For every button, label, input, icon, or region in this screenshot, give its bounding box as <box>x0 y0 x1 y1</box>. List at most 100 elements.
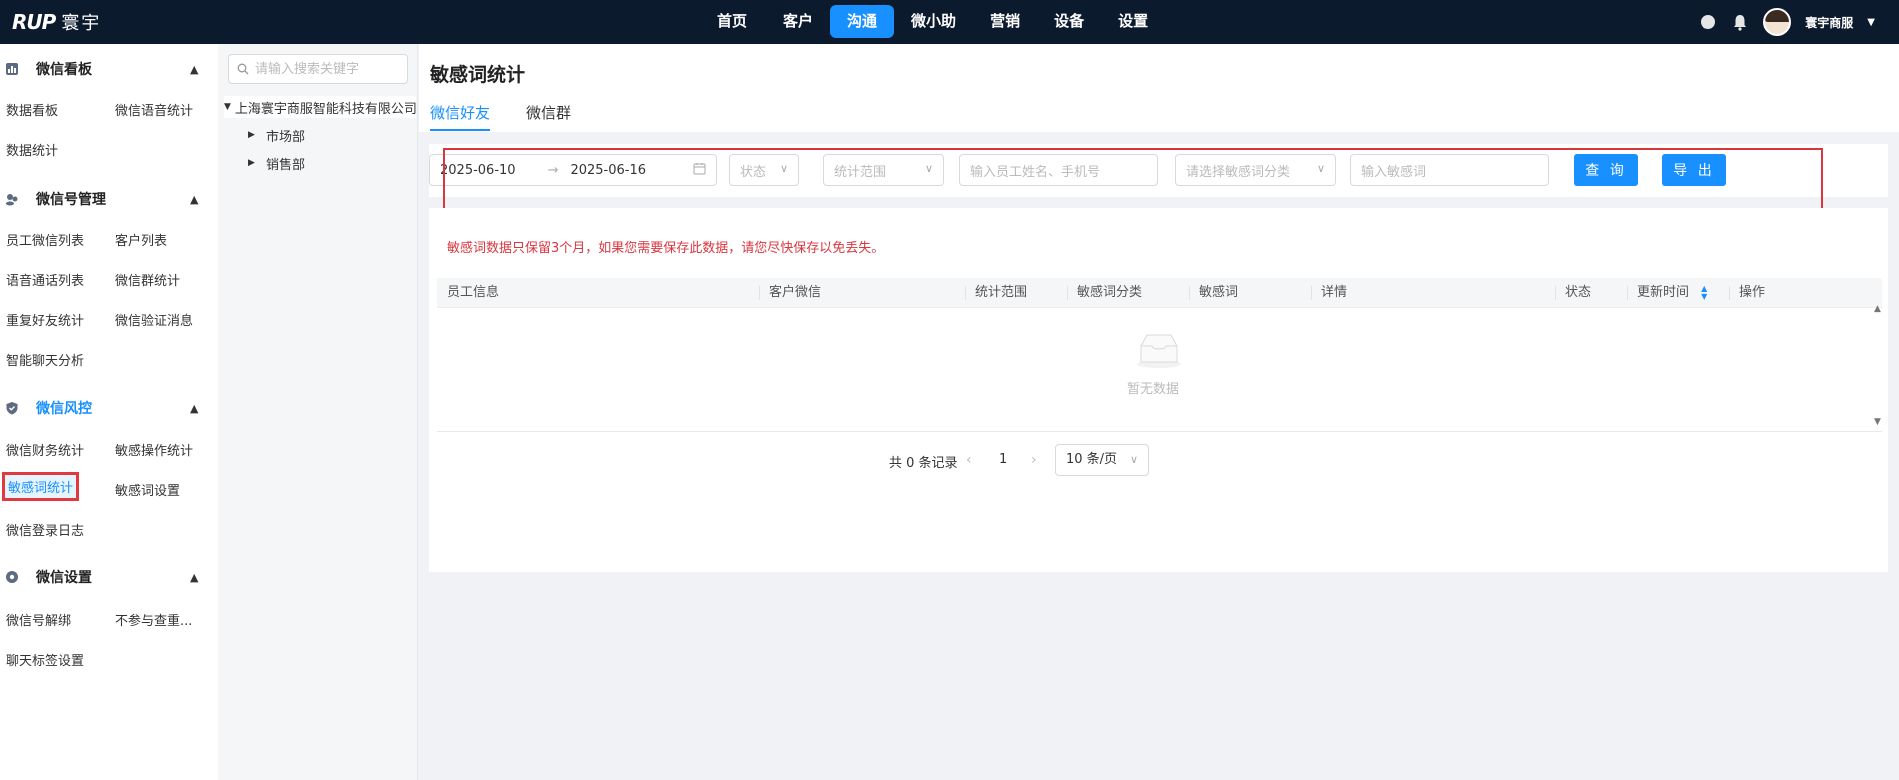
date-end[interactable]: 2025-06-16 <box>570 163 646 178</box>
brand-logo[interactable]: RUP 寰宇 <box>12 8 101 36</box>
employee-placeholder: 输入员工姓名、手机号 <box>970 164 1101 180</box>
main-content: 敏感词统计 微信好友 微信群 2025-06-10 → 2025-06-16 状… <box>419 44 1899 780</box>
tree-node-root[interactable]: ▼ 上海寰宇商服智能科技有限公司 <box>224 96 416 118</box>
menu-exclude-dedup[interactable]: 不参与查重... <box>115 610 192 629</box>
status-select[interactable]: 状态 ∨ <box>729 154 799 186</box>
section-wechat-account-mgmt[interactable]: 微信号管理 ▲ <box>0 187 218 211</box>
chevron-up-icon[interactable]: ▲ <box>190 63 198 76</box>
tree-node-sales[interactable]: ▶ 销售部 <box>248 152 305 174</box>
chevron-up-icon[interactable]: ▲ <box>190 571 198 584</box>
menu-group-stats[interactable]: 微信群统计 <box>115 270 180 289</box>
nav-assistant[interactable]: 微小助 <box>894 5 973 38</box>
users-icon <box>5 192 19 206</box>
nav-communication[interactable]: 沟通 <box>830 5 895 38</box>
col-details: 详情 <box>1321 285 1348 300</box>
menu-duplicate-friends[interactable]: 重复好友统计 <box>6 310 84 329</box>
section-title: 微信设置 <box>36 570 92 586</box>
filter-bar: 2025-06-10 → 2025-06-16 状态 ∨ 统计范围 ∨ 输入员工… <box>429 144 1888 197</box>
category-select[interactable]: 请选择敏感词分类 ∨ <box>1175 154 1336 186</box>
chevron-down-icon: ∨ <box>924 162 933 175</box>
nav-settings[interactable]: 设置 <box>1101 5 1165 38</box>
table-header: 员工信息 客户微信 统计范围 敏感词分类 敏感词 详情 状态 更新时间 ▲ ▼ 操… <box>437 278 1882 308</box>
menu-customer-list[interactable]: 客户列表 <box>115 230 167 249</box>
chevron-up-icon[interactable]: ▲ <box>190 193 198 206</box>
tree-node-marketing[interactable]: ▶ 市场部 <box>248 124 305 146</box>
menu-voice-stats[interactable]: 微信语音统计 <box>115 100 193 119</box>
query-button[interactable]: 查 询 <box>1574 154 1638 186</box>
chevron-down-icon: ∨ <box>1129 453 1138 466</box>
tree-search-input[interactable] <box>255 55 405 83</box>
col-status: 状态 <box>1565 285 1592 300</box>
date-start[interactable]: 2025-06-10 <box>440 163 516 178</box>
chevron-down-icon: ∨ <box>1316 162 1325 175</box>
caret-right-icon[interactable]: ▶ <box>248 130 260 140</box>
export-button[interactable]: 导 出 <box>1662 154 1726 186</box>
menu-smart-chat-analysis[interactable]: 智能聊天分析 <box>6 350 84 369</box>
top-navbar: RUP 寰宇 首页 客户 沟通 微小助 营销 设备 设置 寰宇商服 ▼ <box>0 0 1899 44</box>
section-title: 微信号管理 <box>36 192 106 208</box>
nav-home[interactable]: 首页 <box>700 5 764 38</box>
section-wechat-dashboard[interactable]: 微信看板 ▲ <box>0 57 218 81</box>
sidebar: 微信看板 ▲ 数据看板 微信语音统计 数据统计 微信号管理 ▲ 员工微信列表 客… <box>0 44 218 780</box>
shield-icon <box>5 401 19 415</box>
caret-down-icon[interactable]: ▼ <box>224 102 231 112</box>
section-wechat-risk-control[interactable]: 微信风控 ▲ <box>0 396 218 420</box>
menu-employee-wechat-list[interactable]: 员工微信列表 <box>6 230 84 249</box>
page-size-select[interactable]: 10 条/页 ∨ <box>1055 444 1149 476</box>
org-tree-panel: ▼ 上海寰宇商服智能科技有限公司 ▶ 市场部 ▶ 销售部 <box>218 44 418 780</box>
tab-wechat-groups[interactable]: 微信群 <box>526 102 571 129</box>
status-placeholder: 状态 <box>740 164 767 180</box>
menu-sensitive-word-stats[interactable]: 敏感词统计 <box>2 472 80 501</box>
chevron-left-icon[interactable]: ‹ <box>966 452 972 468</box>
scope-select[interactable]: 统计范围 ∨ <box>823 154 944 186</box>
tree-node-label: 上海寰宇商服智能科技有限公司 <box>234 101 416 117</box>
search-icon <box>237 63 249 79</box>
sort-icon[interactable]: ▲ ▼ <box>1701 284 1707 301</box>
page-size-value: 10 条/页 <box>1066 452 1118 467</box>
chat-icon[interactable] <box>1699 13 1717 31</box>
menu-finance-stats[interactable]: 微信财务统计 <box>6 440 84 459</box>
nav-customer[interactable]: 客户 <box>766 5 830 38</box>
chevron-right-icon[interactable]: › <box>1031 452 1037 468</box>
bell-icon[interactable] <box>1731 13 1749 31</box>
logo-mark: RUP <box>12 10 56 34</box>
scope-placeholder: 统计范围 <box>834 164 887 180</box>
page-number[interactable]: 1 <box>999 452 1007 467</box>
dashboard-icon <box>5 62 19 76</box>
menu-verification-messages[interactable]: 微信验证消息 <box>115 310 193 329</box>
tab-wechat-friends[interactable]: 微信好友 <box>430 102 491 131</box>
brand-name: 寰宇 <box>61 13 102 34</box>
menu-voice-call-list[interactable]: 语音通话列表 <box>6 270 84 289</box>
menu-data-stats[interactable]: 数据统计 <box>6 140 58 159</box>
user-name[interactable]: 寰宇商服 <box>1805 14 1853 31</box>
section-wechat-settings[interactable]: 微信设置 ▲ <box>0 565 218 589</box>
empty-text: 暂无数据 <box>1127 382 1180 397</box>
user-menu-caret-icon[interactable]: ▼ <box>1867 17 1875 28</box>
user-avatar[interactable] <box>1763 8 1792 36</box>
tree-search-box[interactable] <box>228 54 408 84</box>
page-title: 敏感词统计 <box>430 64 526 86</box>
menu-sensitive-ops-stats[interactable]: 敏感操作统计 <box>115 440 193 459</box>
main-nav: 首页 客户 沟通 微小助 营销 设备 设置 <box>700 5 1165 38</box>
nav-marketing[interactable]: 营销 <box>973 5 1037 38</box>
menu-chat-tag-settings[interactable]: 聊天标签设置 <box>6 650 84 669</box>
nav-devices[interactable]: 设备 <box>1037 5 1101 38</box>
retention-notice: 敏感词数据只保留3个月，如果您需要保存此数据，请您尽快保存以免丢失。 <box>447 241 885 256</box>
menu-unbind-wechat[interactable]: 微信号解绑 <box>6 610 71 629</box>
menu-data-dashboard[interactable]: 数据看板 <box>6 100 58 119</box>
caret-right-icon[interactable]: ▶ <box>248 158 260 168</box>
scroll-down-icon[interactable]: ▼ <box>1874 417 1881 427</box>
sensitive-word-input[interactable]: 输入敏感词 <box>1350 154 1549 186</box>
chevron-up-icon[interactable]: ▲ <box>190 402 198 415</box>
col-updated-time[interactable]: 更新时间 ▲ ▼ <box>1627 278 1707 308</box>
top-right-area: 寰宇商服 ▼ <box>1699 6 1875 38</box>
date-range-picker[interactable]: 2025-06-10 → 2025-06-16 <box>429 154 717 186</box>
section-title: 微信看板 <box>36 62 92 78</box>
col-actions: 操作 <box>1739 285 1766 300</box>
menu-sensitive-word-settings[interactable]: 敏感词设置 <box>115 480 180 499</box>
employee-input[interactable]: 输入员工姓名、手机号 <box>959 154 1158 186</box>
scroll-up-icon[interactable]: ▲ <box>1874 304 1881 314</box>
menu-login-log[interactable]: 微信登录日志 <box>6 520 84 539</box>
chevron-down-icon: ∨ <box>779 162 788 175</box>
section-title: 微信风控 <box>36 401 92 417</box>
